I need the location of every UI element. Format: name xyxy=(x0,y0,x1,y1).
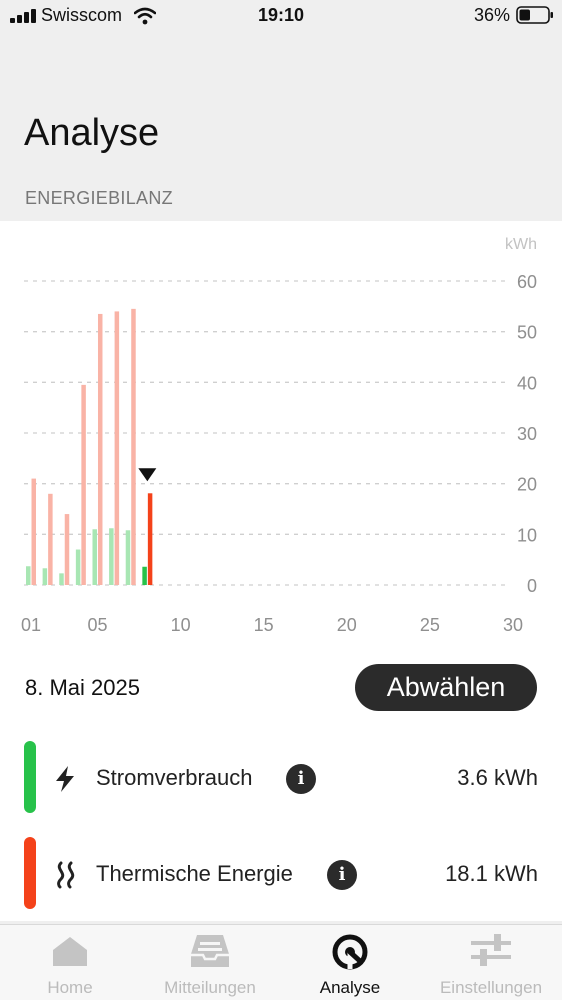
bar-strom xyxy=(92,529,97,585)
x-tick-label: 01 xyxy=(21,615,41,635)
selected-date: 8. Mai 2025 xyxy=(25,675,140,700)
y-tick-label: 50 xyxy=(517,323,537,343)
bar-thermisch xyxy=(81,384,86,585)
bar-strom xyxy=(109,528,114,585)
deselect-button[interactable]: Abwählen xyxy=(355,664,537,711)
energy-row-thermal[interactable]: Thermische Energie i 18.1 kWh xyxy=(0,837,562,909)
thermal-label: Thermische Energie xyxy=(96,861,293,886)
battery-percentage: 36% xyxy=(473,5,510,25)
bar-strom xyxy=(59,573,64,585)
bar-strom xyxy=(125,530,131,585)
thermal-value: 18.1 kWh xyxy=(445,861,538,886)
x-tick-label: 15 xyxy=(254,615,274,635)
x-tick-label: 30 xyxy=(503,615,523,635)
bar-strom xyxy=(42,568,48,585)
tab-bar: Home Mitteilungen Analyse Einstellungen xyxy=(0,924,562,1000)
tab-label: Home xyxy=(47,978,93,997)
bar-strom xyxy=(142,566,147,585)
bar-thermisch xyxy=(48,493,53,585)
tab-home[interactable]: Home xyxy=(0,925,140,1000)
x-tick-label: 05 xyxy=(87,615,107,635)
y-tick-label: 60 xyxy=(517,272,537,292)
section-label: ENERGIEBILANZ xyxy=(25,188,173,208)
y-tick-label: 30 xyxy=(517,424,537,444)
status-bar: Swisscom 19:10 36% xyxy=(0,0,562,34)
thermal-color-bar xyxy=(24,837,36,909)
inbox-icon xyxy=(191,935,229,967)
selection-marker-icon xyxy=(138,468,157,482)
tab-analysis[interactable]: Analyse xyxy=(280,925,420,1000)
analysis-icon xyxy=(332,934,368,970)
battery-icon xyxy=(516,6,553,24)
x-tick-label: 10 xyxy=(171,615,191,635)
tab-settings[interactable]: Einstellungen xyxy=(420,925,562,1000)
electricity-value: 3.6 kWh xyxy=(457,765,538,790)
y-tick-label: 10 xyxy=(517,525,537,545)
house-icon xyxy=(53,937,87,966)
x-tick-label: 20 xyxy=(337,615,357,635)
page-title: Analyse xyxy=(24,112,160,154)
electricity-label: Stromverbrauch xyxy=(96,765,253,790)
y-tick-label: 0 xyxy=(527,576,537,596)
bar-strom xyxy=(26,566,31,585)
tab-label: Einstellungen xyxy=(439,978,543,997)
tab-label: Mitteilungen xyxy=(164,978,256,997)
y-tick-label: 20 xyxy=(517,475,537,495)
sliders-icon xyxy=(471,934,511,966)
tab-label: Analyse xyxy=(319,978,381,997)
info-icon[interactable]: i xyxy=(327,860,357,890)
electricity-color-bar xyxy=(24,741,36,813)
bar-thermisch xyxy=(97,313,103,585)
bar-thermisch xyxy=(147,493,153,585)
y-tick-label: 40 xyxy=(517,373,537,393)
bar-strom xyxy=(75,549,81,585)
heat-waves-icon xyxy=(57,861,75,889)
y-axis-unit: kWh xyxy=(505,236,537,253)
info-icon[interactable]: i xyxy=(286,764,316,794)
tab-messages[interactable]: Mitteilungen xyxy=(140,925,280,1000)
bar-thermisch xyxy=(31,478,36,585)
energy-balance-chart[interactable]: kWh 0 10 20 30 40 50 60 01 05 10 15 20 25 30 xyxy=(0,221,562,651)
bar-thermisch xyxy=(64,514,70,585)
bar-thermisch xyxy=(114,311,120,585)
x-tick-label: 25 xyxy=(420,615,440,635)
bar-thermisch xyxy=(131,308,136,585)
energy-row-electricity[interactable]: Stromverbrauch i 3.6 kWh xyxy=(0,741,562,813)
lightning-icon xyxy=(56,766,74,792)
